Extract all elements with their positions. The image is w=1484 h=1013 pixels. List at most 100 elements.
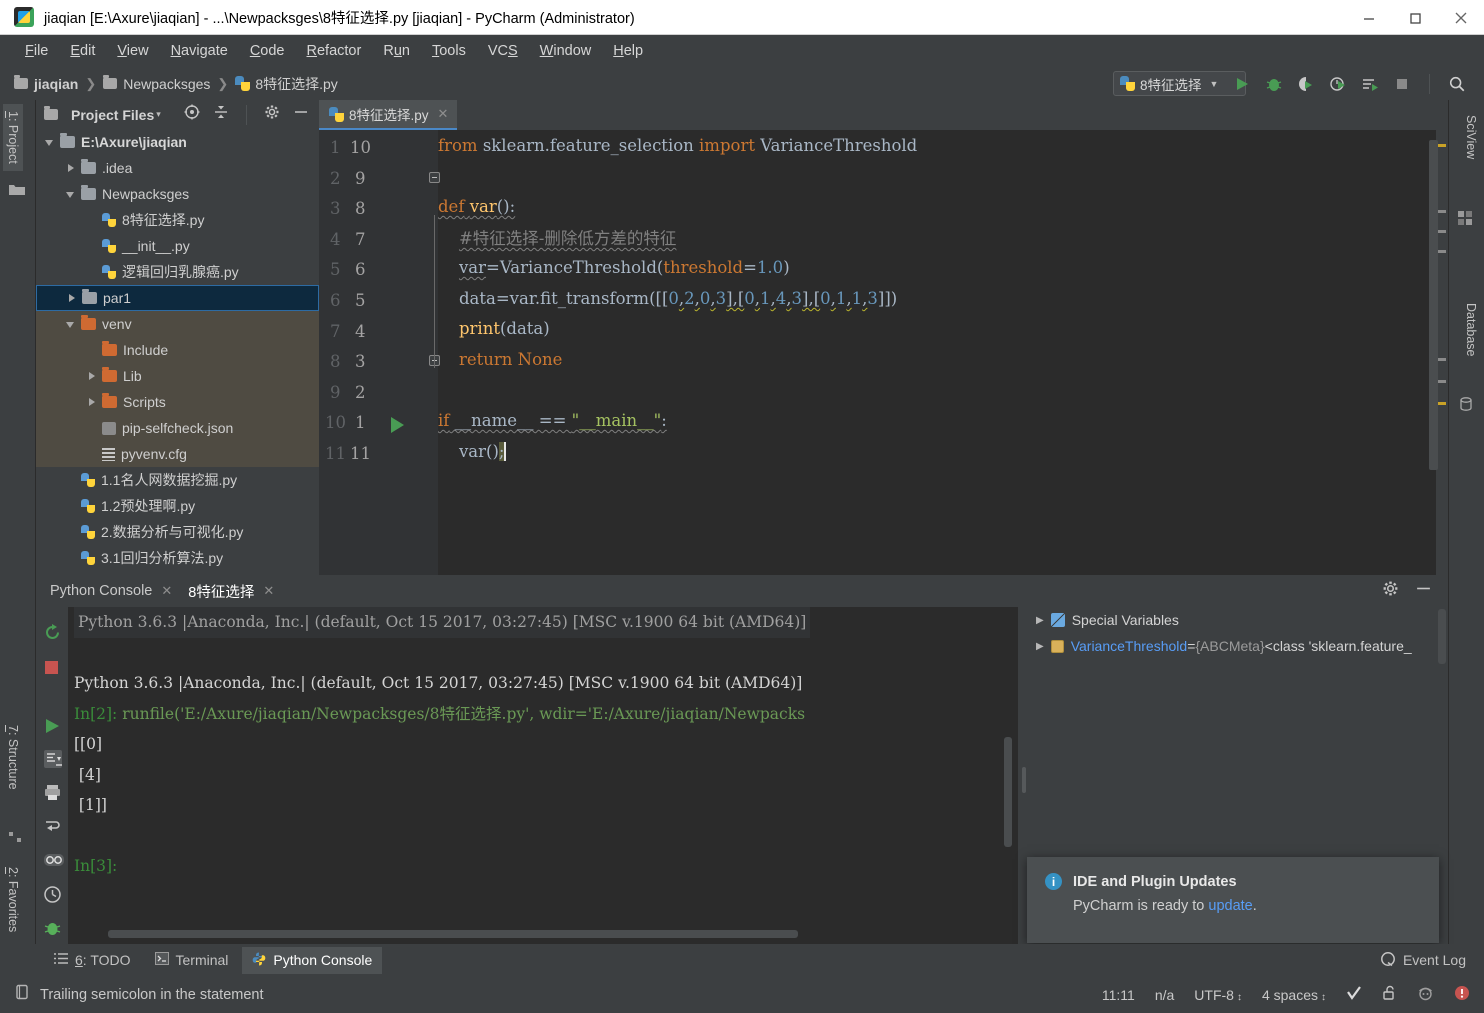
menu-tools[interactable]: Tools: [421, 40, 477, 62]
project-panel-title[interactable]: Project Files: [71, 107, 154, 123]
stop-icon[interactable]: [43, 659, 62, 678]
debug-console-icon[interactable]: [43, 919, 62, 938]
code-line[interactable]: [438, 161, 1448, 192]
tree-node[interactable]: pyvenv.cfg: [36, 441, 319, 467]
print-icon[interactable]: [43, 783, 62, 802]
chevron-right-icon[interactable]: [65, 162, 78, 175]
settings-gear-icon[interactable]: [1382, 580, 1399, 602]
change-marker[interactable]: [1438, 230, 1446, 233]
code-line[interactable]: data=var.fit_transform([[0,2,0,3],[0,1,4…: [438, 283, 1448, 314]
code-line[interactable]: from sklearn.feature_selection import Va…: [438, 130, 1448, 161]
chevron-right-icon[interactable]: [86, 370, 99, 383]
rerun-icon[interactable]: [43, 623, 62, 642]
tree-node[interactable]: 1.1名人网数据挖掘.py: [36, 467, 319, 493]
chevron-down-icon[interactable]: [65, 188, 78, 201]
fold-marker[interactable]: [429, 172, 440, 184]
console-output[interactable]: Python 3.6.3 |Anaconda, Inc.| (default, …: [68, 607, 1018, 944]
change-marker[interactable]: [1438, 210, 1446, 213]
checkmark-icon[interactable]: [1346, 985, 1362, 1004]
run-with-console-icon[interactable]: [1361, 75, 1379, 93]
tree-node[interactable]: Scripts: [36, 389, 319, 415]
bottom-tab-todo[interactable]: 6: TODO: [44, 947, 141, 973]
menu-edit[interactable]: Edit: [59, 40, 106, 62]
variables-row-special[interactable]: ▶ Special Variables: [1028, 607, 1448, 633]
lock-open-icon[interactable]: [1382, 985, 1397, 1004]
encoding-selector[interactable]: UTF-8 ↕: [1194, 987, 1242, 1003]
debug-icon[interactable]: [1265, 75, 1283, 93]
code-line[interactable]: return None: [438, 344, 1448, 375]
tree-node[interactable]: .idea: [36, 155, 319, 181]
menu-window[interactable]: Window: [529, 40, 603, 62]
event-log-button[interactable]: Event Log: [1380, 951, 1484, 970]
execute-icon[interactable]: [43, 717, 62, 736]
menu-navigate[interactable]: Navigate: [160, 40, 239, 62]
console-horizontal-scrollbar[interactable]: [108, 930, 798, 938]
tree-node[interactable]: 2.数据分析与可视化.py: [36, 519, 319, 545]
bottom-tab-python-console[interactable]: Python Console: [242, 946, 383, 974]
editor-tab-file[interactable]: 8特征选择.py ✕: [319, 100, 458, 130]
tree-node[interactable]: 3.1回归分析算法.py: [36, 545, 319, 571]
close-button[interactable]: [1438, 0, 1484, 35]
breadcrumb-item-file[interactable]: 8特征选择.py: [255, 74, 337, 94]
chevron-down-icon[interactable]: ▾: [156, 109, 161, 120]
menu-code[interactable]: Code: [239, 40, 296, 62]
change-marker[interactable]: [1438, 380, 1446, 383]
code-line[interactable]: var=VarianceThreshold(threshold=1.0): [438, 252, 1448, 283]
tree-node[interactable]: __init__.py: [36, 233, 319, 259]
tree-node[interactable]: 8特征选择.py: [36, 207, 319, 233]
chevron-right-icon[interactable]: [66, 292, 79, 305]
close-icon[interactable]: ✕: [263, 583, 274, 599]
chevron-down-icon[interactable]: [65, 318, 78, 331]
change-marker[interactable]: [1438, 250, 1446, 253]
indent-selector[interactable]: 4 spaces ↕: [1262, 987, 1326, 1003]
variables-scrollbar[interactable]: [1438, 609, 1446, 664]
editor-gutter[interactable]: 1 10 2 9 3 8 4 7 5 6 6 5 7 4 8 3 9 2 10 1 11 11: [319, 130, 438, 575]
profile-icon[interactable]: [1329, 75, 1347, 93]
caret-position[interactable]: 11:11: [1102, 987, 1135, 1003]
minimize-button[interactable]: [1346, 0, 1392, 35]
tree-node[interactable]: E:\Axure\jiaqian: [36, 129, 319, 155]
code-line[interactable]: if __name__ == "__main__":: [438, 405, 1448, 436]
chevron-right-icon[interactable]: [86, 396, 99, 409]
tree-node[interactable]: venv: [36, 311, 319, 337]
variables-row-variancethreshold[interactable]: ▶ VarianceThreshold = {ABCMeta} <class '…: [1028, 633, 1448, 659]
chevron-down-icon[interactable]: [44, 136, 57, 149]
breadcrumb-item-project[interactable]: jiaqian: [34, 76, 78, 92]
sidebar-item-sciview[interactable]: SciView: [1461, 108, 1481, 166]
menu-view[interactable]: View: [106, 40, 159, 62]
editor-vertical-scrollbar[interactable]: [1429, 140, 1438, 470]
soft-wrap-icon[interactable]: [43, 817, 62, 836]
tree-node[interactable]: Newpacksges: [36, 181, 319, 207]
tree-node[interactable]: Lib: [36, 363, 319, 389]
scroll-to-end-icon[interactable]: [43, 749, 62, 768]
notification-balloon[interactable]: i IDE and Plugin Updates PyCharm is read…: [1027, 857, 1439, 943]
hide-icon[interactable]: [293, 104, 309, 125]
sidebar-item-database[interactable]: Database: [1461, 296, 1481, 364]
code-line[interactable]: print(data): [438, 314, 1448, 345]
menu-file[interactable]: File: [14, 40, 59, 62]
console-tab-python-console[interactable]: Python Console ✕: [42, 579, 180, 603]
tree-node[interactable]: par1: [36, 285, 319, 311]
tree-node[interactable]: 1.2预处理啊.py: [36, 493, 319, 519]
tree-node[interactable]: pip-selfcheck.json: [36, 415, 319, 441]
console-tab-run[interactable]: 8特征选择 ✕: [180, 577, 282, 606]
sidebar-item-project[interactable]: 1: Project: [3, 104, 23, 171]
settings-gear-icon[interactable]: [264, 104, 280, 125]
stop-icon[interactable]: [1393, 75, 1411, 93]
close-icon[interactable]: ✕: [438, 106, 449, 122]
menu-refactor[interactable]: Refactor: [296, 40, 373, 62]
sidebar-item-favorites[interactable]: 2: Favorites: [3, 860, 23, 939]
expand-arrow-icon[interactable]: ▶: [1036, 615, 1044, 626]
tree-node[interactable]: 逻辑回归乳腺癌.py: [36, 259, 319, 285]
maximize-button[interactable]: [1392, 0, 1438, 35]
tree-node[interactable]: Include: [36, 337, 319, 363]
history-icon[interactable]: [43, 885, 62, 904]
update-link[interactable]: update: [1208, 898, 1252, 914]
inspections-face-icon[interactable]: [1417, 985, 1434, 1004]
console-vertical-scrollbar[interactable]: [1004, 737, 1012, 847]
warning-marker[interactable]: [1438, 402, 1446, 405]
locate-icon[interactable]: [184, 104, 200, 125]
run-configuration-selector[interactable]: 8特征选择 ▼: [1113, 71, 1246, 96]
warning-marker[interactable]: [1438, 144, 1446, 147]
hide-icon[interactable]: [1415, 580, 1432, 602]
